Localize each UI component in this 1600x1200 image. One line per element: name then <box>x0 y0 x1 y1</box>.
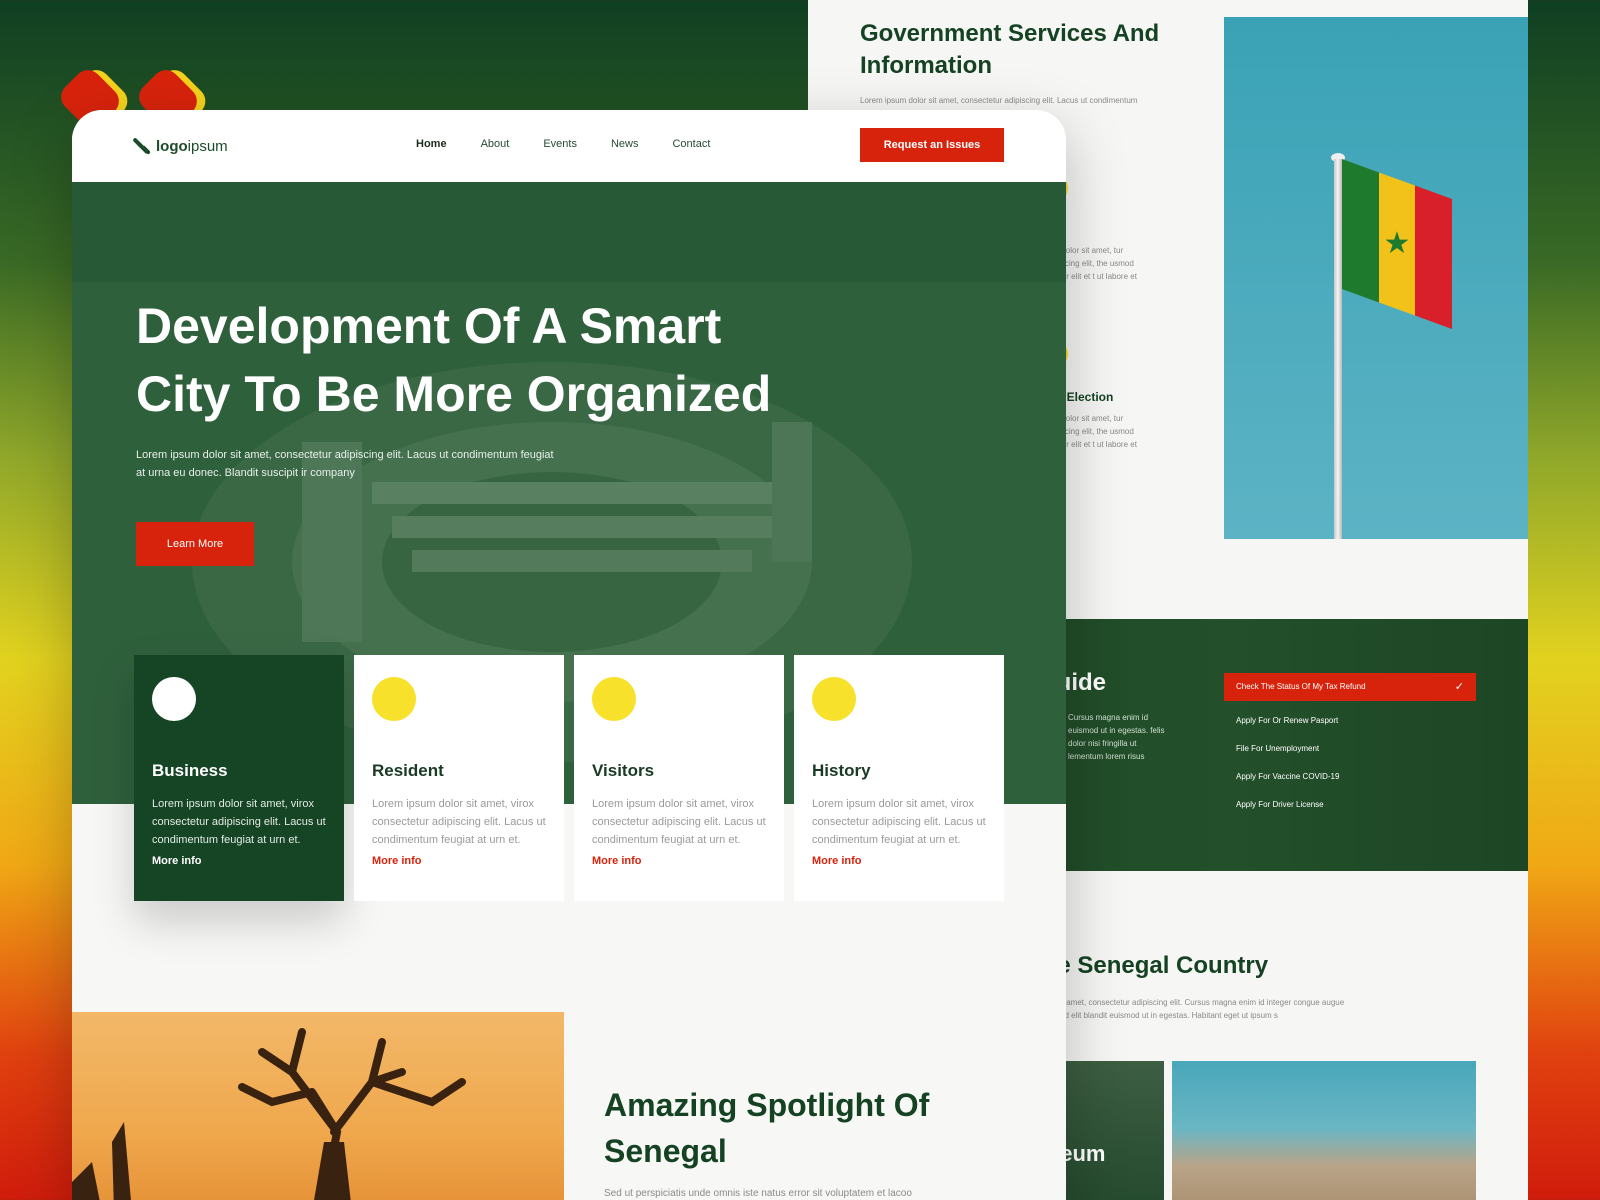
gov-services-title: Government Services And Information <box>860 20 1160 79</box>
guide-item-tax-refund[interactable]: Check The Status Of My Tax Refund ✓ <box>1224 673 1476 701</box>
guide-item-passport[interactable]: Apply For Or Renew Pasport <box>1224 707 1476 735</box>
more-info-link[interactable]: More info <box>152 855 202 867</box>
guide-item-unemployment[interactable]: File For Unemployment <box>1224 735 1476 763</box>
card-description: Lorem ipsum dolor sit amet, virox consec… <box>152 798 326 846</box>
nav-contact[interactable]: Contact <box>672 138 710 150</box>
nav-home[interactable]: Home <box>416 138 447 150</box>
logo-mark-icon <box>132 136 152 156</box>
request-issue-button[interactable]: Request an Issues <box>860 128 1004 162</box>
guide-list: Check The Status Of My Tax Refund ✓ Appl… <box>1224 673 1476 819</box>
learn-more-button[interactable]: Learn More <box>136 522 254 566</box>
history-icon <box>812 677 856 721</box>
business-icon <box>152 677 196 721</box>
card-description: Lorem ipsum dolor sit amet, virox consec… <box>372 798 546 846</box>
senegal-flag: ★ <box>1342 158 1453 330</box>
more-info-link[interactable]: More info <box>812 855 862 867</box>
card-description: Lorem ipsum dolor sit amet, virox consec… <box>592 798 766 846</box>
card-visitors[interactable]: Visitors Lorem ipsum dolor sit amet, vir… <box>574 655 784 901</box>
hero-title: Development Of A Smart City To Be More O… <box>136 298 772 422</box>
logo[interactable]: logoipsum <box>132 136 228 156</box>
nav-news[interactable]: News <box>611 138 639 150</box>
guide-item-label: Check The Status Of My Tax Refund <box>1236 682 1366 691</box>
card-description: Lorem ipsum dolor sit amet, virox consec… <box>812 798 986 846</box>
nav-about[interactable]: About <box>481 138 510 150</box>
logo-text: logoipsum <box>156 137 228 155</box>
card-title: Resident <box>372 761 444 780</box>
senegal-flag-image: ★ <box>1224 17 1528 539</box>
guide-description: Cursus magna enim id euismod ut in egest… <box>1068 713 1165 761</box>
more-info-link[interactable]: More info <box>592 855 642 867</box>
visitors-icon <box>592 677 636 721</box>
coast-image[interactable] <box>1172 1061 1476 1200</box>
guide-item-driver-license[interactable]: Apply For Driver License <box>1224 791 1476 819</box>
nav-events[interactable]: Events <box>543 138 577 150</box>
card-business[interactable]: Business Lorem ipsum dolor sit amet, vir… <box>134 655 344 901</box>
check-icon: ✓ <box>1454 681 1464 693</box>
card-history[interactable]: History Lorem ipsum dolor sit amet, viro… <box>794 655 1004 901</box>
guide-item-vaccine[interactable]: Apply For Vaccine COVID-19 <box>1224 763 1476 791</box>
explore-description: sit amet, consectetur adipiscing elit. C… <box>1056 998 1345 1020</box>
card-resident[interactable]: Resident Lorem ipsum dolor sit amet, vir… <box>354 655 564 901</box>
baobab-tree-illustration <box>72 1028 466 1200</box>
star-icon: ★ <box>1383 227 1411 260</box>
baobab-tree-image <box>72 1012 564 1200</box>
top-nav: logoipsum Home About Events News Contact… <box>72 110 1066 182</box>
hero-description: Lorem ipsum dolor sit amet, consectetur … <box>136 449 554 479</box>
spotlight-title: Amazing Spotlight Of Senegal <box>604 1087 930 1169</box>
front-page-preview: logoipsum Home About Events News Contact… <box>72 110 1066 1200</box>
gov-services-description: Lorem ipsum dolor sit amet, consectetur … <box>860 96 1138 105</box>
spotlight-description: Sed ut perspiciatis unde omnis iste natu… <box>604 1188 912 1199</box>
more-info-link[interactable]: More info <box>372 855 422 867</box>
flagpole <box>1334 159 1342 539</box>
card-title: History <box>812 761 871 780</box>
nav-links: Home About Events News Contact <box>416 138 710 150</box>
card-title: Business <box>152 761 228 780</box>
card-title: Visitors <box>592 761 655 780</box>
category-cards: Business Lorem ipsum dolor sit amet, vir… <box>134 655 1004 901</box>
resident-icon <box>372 677 416 721</box>
